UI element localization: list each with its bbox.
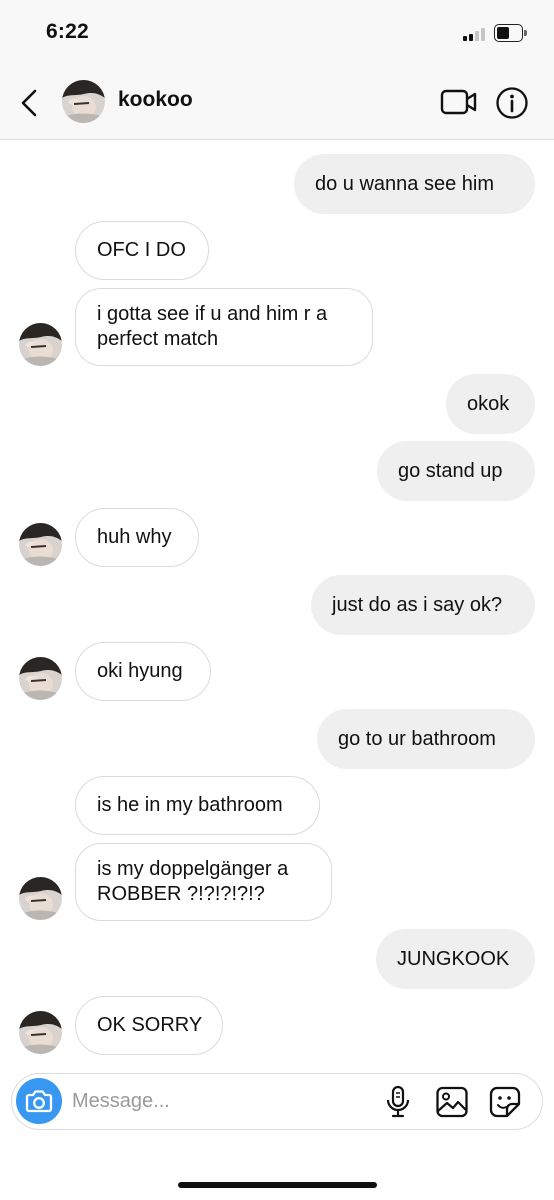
outgoing-message[interactable]: okok: [446, 374, 535, 434]
incoming-message[interactable]: OK SORRY: [75, 996, 223, 1055]
incoming-message[interactable]: oki hyung: [75, 642, 211, 701]
message-composer: [11, 1073, 543, 1130]
back-chevron-icon: [21, 89, 37, 117]
outgoing-message[interactable]: just do as i say ok?: [311, 575, 535, 635]
info-button[interactable]: [495, 86, 529, 120]
camera-icon: [25, 1090, 53, 1113]
gallery-button[interactable]: [435, 1085, 469, 1119]
sender-avatar: [19, 657, 62, 700]
contact-avatar[interactable]: [62, 80, 105, 123]
status-time: 6:22: [46, 20, 89, 43]
outgoing-message[interactable]: JUNGKOOK: [376, 929, 535, 989]
sender-avatar: [19, 1011, 62, 1054]
microphone-icon: [386, 1085, 410, 1118]
sender-avatar: [19, 523, 62, 566]
incoming-message[interactable]: is he in my bathroom: [75, 776, 320, 835]
sender-avatar: [19, 323, 62, 366]
outgoing-message[interactable]: do u wanna see him: [294, 154, 535, 214]
outgoing-message[interactable]: go stand up: [377, 441, 535, 501]
contact-name[interactable]: kookoo: [118, 88, 193, 112]
voice-message-button[interactable]: [383, 1085, 413, 1119]
gallery-icon: [436, 1086, 468, 1118]
home-indicator[interactable]: [178, 1182, 377, 1188]
sender-avatar: [19, 877, 62, 920]
top-bar: 6:22 kookoo: [0, 0, 554, 140]
video-call-icon: [440, 89, 477, 115]
outgoing-message[interactable]: go to ur bathroom: [317, 709, 535, 769]
incoming-message[interactable]: OFC I DO: [75, 221, 209, 280]
incoming-message[interactable]: i gotta see if u and him r a perfect mat…: [75, 288, 373, 366]
incoming-message[interactable]: huh why: [75, 508, 199, 567]
cellular-signal-icon: [463, 28, 487, 41]
battery-icon: [494, 24, 527, 42]
info-icon: [496, 87, 528, 119]
video-call-button[interactable]: [440, 86, 478, 118]
sticker-icon: [489, 1086, 521, 1118]
sticker-button[interactable]: [488, 1085, 522, 1119]
camera-button[interactable]: [16, 1078, 62, 1124]
message-input[interactable]: [72, 1084, 372, 1118]
dm-screen: 6:22 kookoo do u wanna see him OFC I DO …: [0, 0, 554, 1200]
back-button[interactable]: [14, 86, 48, 120]
incoming-message[interactable]: is my doppelgänger a ROBBER ?!?!?!?!?: [75, 843, 332, 921]
